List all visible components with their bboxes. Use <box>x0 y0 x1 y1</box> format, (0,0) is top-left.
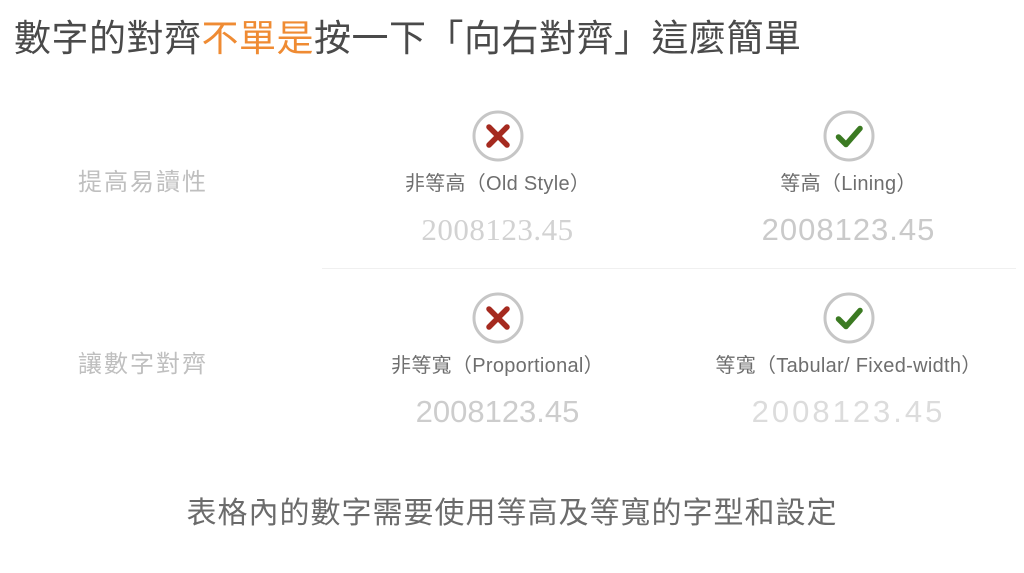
cell-figure: 2008123.45 <box>415 394 580 429</box>
cell-caption: 非等寬（Proportional） <box>391 355 604 377</box>
cell-caption: 非等高（Old Style） <box>404 173 591 195</box>
cell-figure: 2008123.45 <box>761 212 936 247</box>
row-divider <box>322 268 1016 269</box>
comparison-grid: 提高易讀性 非等高（Old Style） 2008123.45 等高（Linin… <box>0 88 1024 452</box>
cross-circle-icon <box>472 110 523 162</box>
row-cells: 非等高（Old Style） 2008123.45 等高（Lining） 200… <box>322 108 1024 250</box>
cell-bad: 非等高（Old Style） 2008123.45 <box>322 108 673 250</box>
cell-caption: 等高（Lining） <box>780 173 917 195</box>
row-label: 讓數字對齊 <box>78 350 208 378</box>
cell-good: 等高（Lining） 2008123.45 <box>673 108 1024 250</box>
cell-good: 等寬（Tabular/ Fixed-width） 2008123.45 <box>673 290 1024 432</box>
cell-caption: 等寬（Tabular/ Fixed-width） <box>715 355 982 377</box>
title-lead: 數字的對齊 <box>14 18 202 59</box>
row-cells: 非等寬（Proportional） 2008123.45 等寬（Tabular/… <box>322 290 1024 432</box>
row-label: 提高易讀性 <box>78 168 208 196</box>
table-row: 提高易讀性 非等高（Old Style） 2008123.45 等高（Linin… <box>0 88 1024 270</box>
cross-circle-icon <box>472 292 523 344</box>
footnote-text: 表格內的數字需要使用等高及等寬的字型和設定 <box>186 497 838 530</box>
cell-figure: 2008123.45 <box>751 394 946 429</box>
cell-bad: 非等寬（Proportional） 2008123.45 <box>322 290 673 432</box>
cell-figure: 2008123.45 <box>421 212 574 247</box>
title-tail: 按一下「向右對齊」這麼簡單 <box>314 18 802 59</box>
slide-canvas: 數字的對齊不單是按一下「向右對齊」這麼簡單 提高易讀性 非等高（Old Styl… <box>0 0 1024 573</box>
table-row: 讓數字對齊 非等寬（Proportional） 2008123.45 等寬（Ta… <box>0 270 1024 452</box>
check-circle-icon <box>823 292 874 344</box>
page-title: 數字的對齊不單是按一下「向右對齊」這麼簡單 <box>14 14 1010 64</box>
check-circle-icon <box>823 110 874 162</box>
title-highlight: 不單是 <box>201 18 314 59</box>
